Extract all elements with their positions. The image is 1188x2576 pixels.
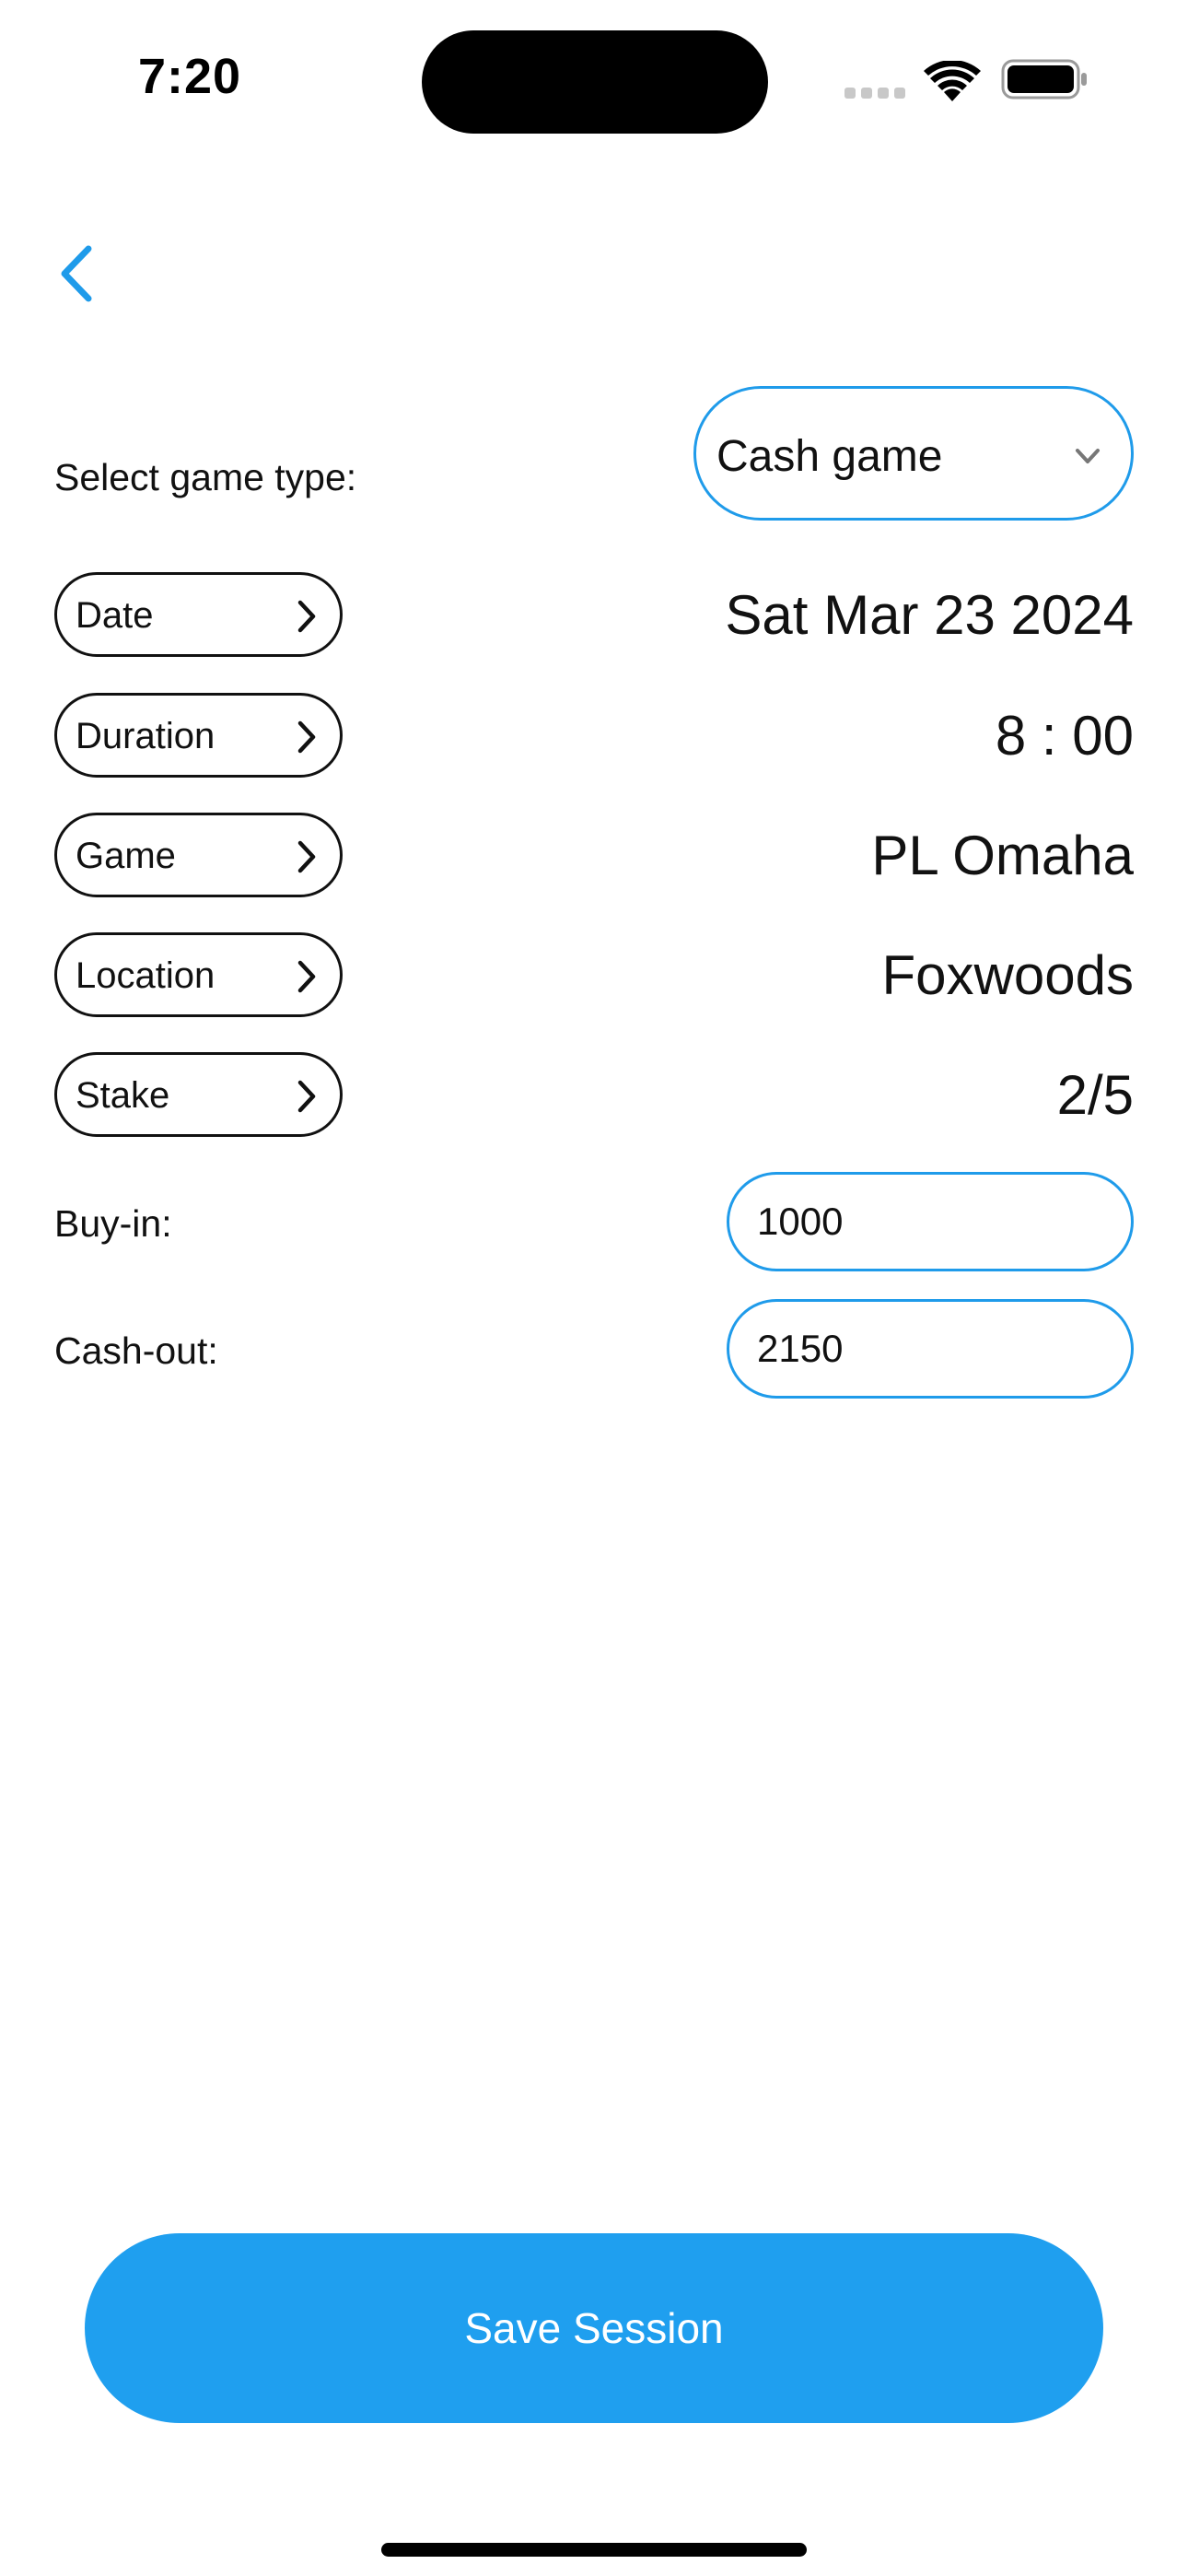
chevron-down-icon [1076, 449, 1100, 463]
date-button-label: Date [76, 595, 154, 636]
dynamic-island [422, 30, 768, 134]
duration-button-label: Duration [76, 716, 215, 756]
chevron-right-icon [297, 1080, 316, 1113]
stake-button-label: Stake [76, 1075, 170, 1116]
save-session-button[interactable]: Save Session [85, 2233, 1103, 2423]
status-time: 7:20 [138, 49, 242, 104]
buy-in-field-wrapper [727, 1172, 1134, 1271]
chevron-right-icon [297, 840, 316, 873]
buy-in-field[interactable] [729, 1175, 1131, 1269]
location-value: Foxwoods [881, 944, 1134, 1006]
date-button[interactable]: Date [54, 572, 343, 657]
cash-out-label: Cash-out: [54, 1329, 218, 1372]
chevron-right-icon [297, 960, 316, 993]
game-type-selected: Cash game [716, 432, 943, 481]
home-indicator [381, 2543, 807, 2557]
game-value: PL Omaha [871, 825, 1134, 886]
game-type-label: Select game type: [54, 456, 357, 498]
battery-icon [1001, 59, 1087, 100]
duration-button[interactable]: Duration [54, 693, 343, 778]
stake-button[interactable]: Stake [54, 1052, 343, 1137]
stake-value: 2/5 [1056, 1064, 1134, 1126]
chevron-right-icon [297, 600, 316, 633]
back-chevron-icon[interactable] [52, 241, 107, 306]
game-button-label: Game [76, 836, 176, 876]
wifi-icon [924, 61, 981, 101]
cash-out-field-wrapper [727, 1299, 1134, 1399]
location-button-label: Location [76, 955, 215, 996]
duration-value: 8 : 00 [995, 705, 1134, 767]
buy-in-label: Buy-in: [54, 1202, 172, 1245]
game-type-picker[interactable]: Cash game [693, 386, 1134, 521]
chevron-right-icon [297, 720, 316, 754]
date-value: Sat Mar 23 2024 [725, 584, 1134, 646]
game-button[interactable]: Game [54, 813, 343, 897]
cash-out-field[interactable] [729, 1302, 1131, 1396]
location-button[interactable]: Location [54, 932, 343, 1017]
cellular-signal-icon [844, 88, 907, 99]
